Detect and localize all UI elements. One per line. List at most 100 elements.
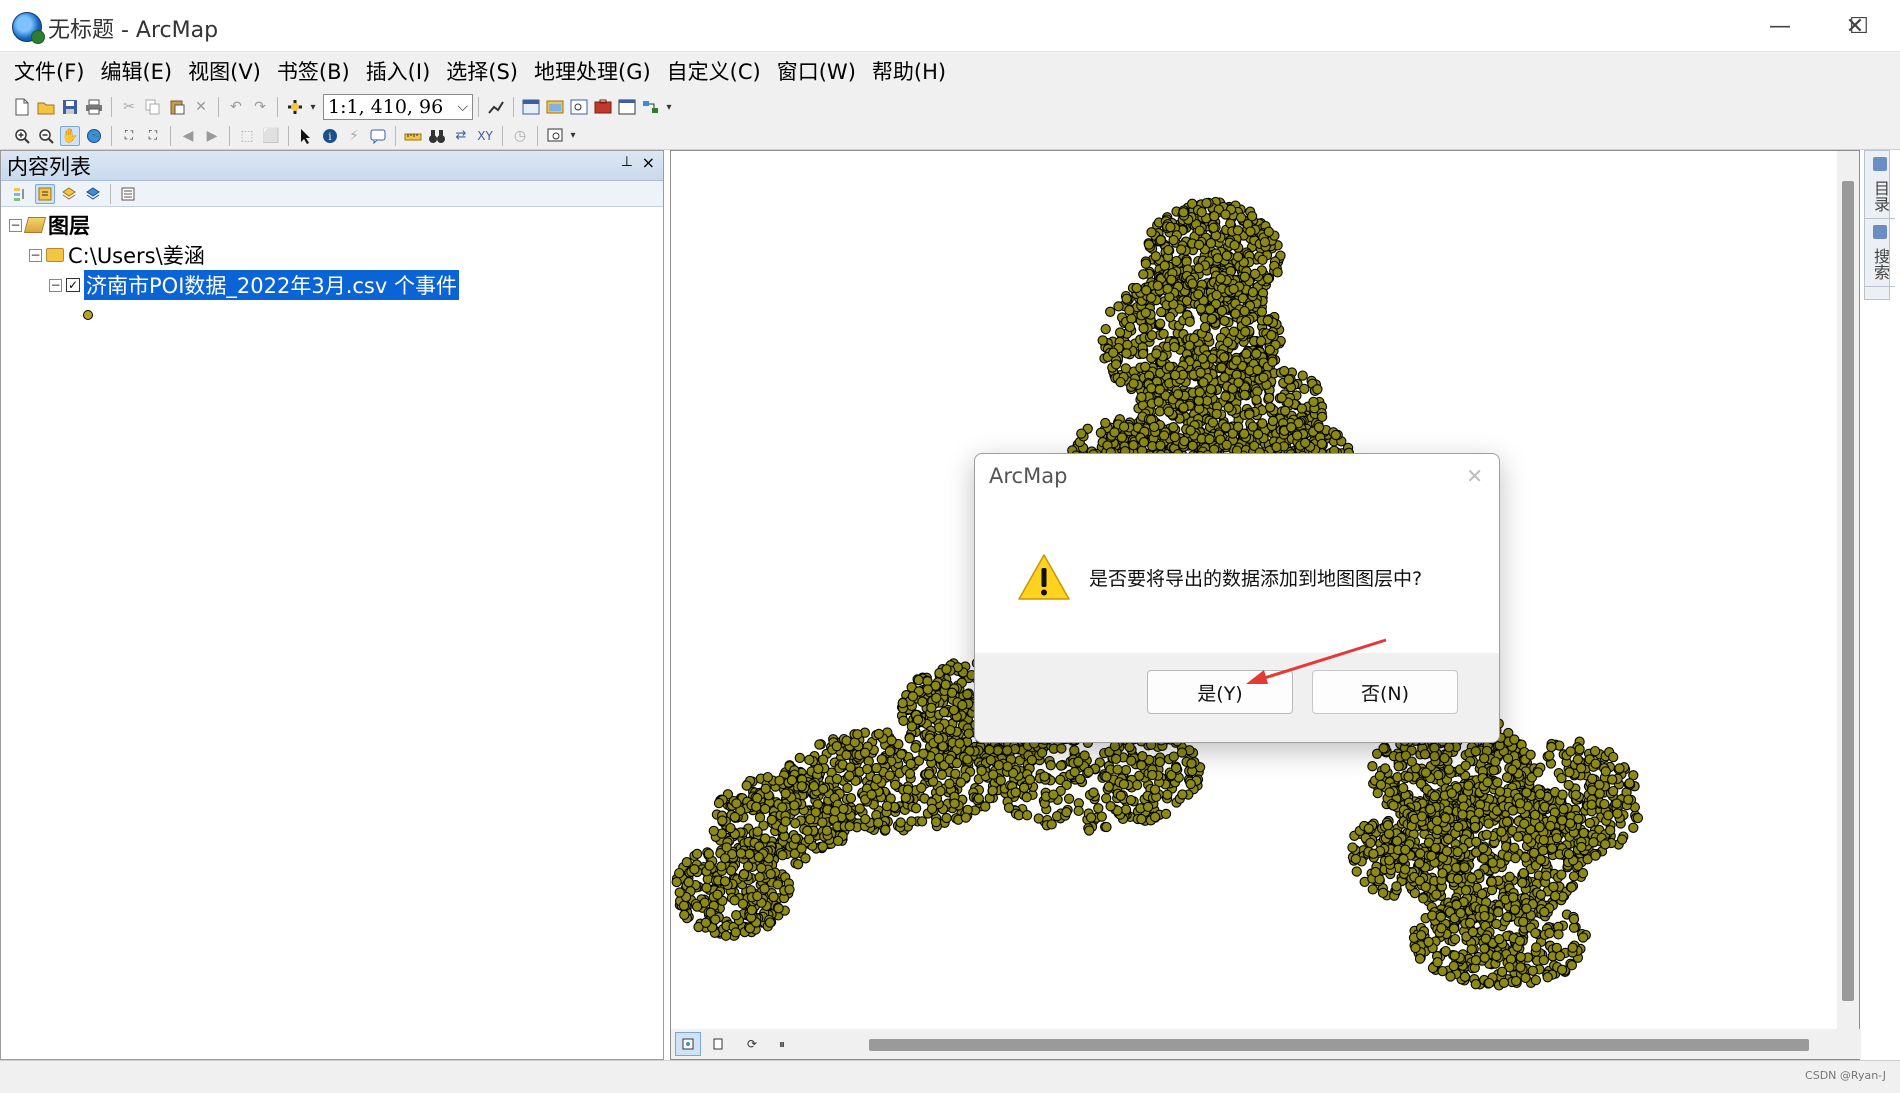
poi-point[interactable] — [1176, 244, 1187, 255]
poi-point[interactable] — [678, 900, 690, 911]
poi-point[interactable] — [1211, 289, 1222, 301]
poi-point[interactable] — [1283, 374, 1295, 385]
poi-point[interactable] — [1100, 417, 1111, 429]
poi-point[interactable] — [831, 741, 842, 752]
close-window-button[interactable]: ✕ — [1820, 0, 1890, 52]
poi-point[interactable] — [1239, 271, 1250, 282]
poi-point[interactable] — [1056, 743, 1067, 754]
arctoolbox-icon[interactable] — [593, 97, 613, 117]
poi-point[interactable] — [1509, 734, 1520, 745]
poi-point[interactable] — [737, 898, 749, 910]
poi-point[interactable] — [1146, 330, 1158, 341]
poi-point[interactable] — [1185, 778, 1196, 790]
poi-point[interactable] — [1138, 437, 1150, 448]
poi-point[interactable] — [945, 724, 956, 736]
poi-point[interactable] — [845, 762, 856, 773]
poi-point[interactable] — [895, 817, 906, 828]
poi-point[interactable] — [1118, 779, 1130, 790]
list-by-visibility-icon[interactable] — [59, 184, 79, 204]
poi-point[interactable] — [1010, 787, 1021, 798]
poi-point[interactable] — [1443, 742, 1455, 753]
poi-point[interactable] — [1330, 429, 1341, 441]
poi-point[interactable] — [1115, 790, 1126, 801]
zoom-in-icon[interactable] — [12, 126, 32, 146]
poi-point[interactable] — [995, 775, 1006, 786]
poi-point[interactable] — [1137, 751, 1148, 762]
poi-point[interactable] — [1115, 376, 1126, 388]
poi-point[interactable] — [1239, 389, 1250, 401]
tree-row-symbol[interactable] — [83, 301, 93, 329]
cut-icon[interactable]: ✂ — [119, 97, 139, 117]
poi-point[interactable] — [1316, 411, 1328, 423]
poi-point[interactable] — [1470, 746, 1481, 757]
poi-point[interactable] — [1147, 769, 1158, 781]
poi-point[interactable] — [1517, 877, 1528, 888]
poi-point[interactable] — [1002, 761, 1013, 772]
add-data-icon[interactable] — [285, 97, 305, 117]
poi-point[interactable] — [916, 782, 927, 794]
poi-point[interactable] — [1272, 267, 1283, 278]
clear-selection-icon[interactable]: ⬜ — [261, 126, 281, 146]
layer-visibility-checkbox[interactable]: ✓ — [66, 278, 80, 292]
poi-point[interactable] — [789, 800, 800, 811]
poi-point[interactable] — [1240, 315, 1252, 327]
poi-point[interactable] — [746, 904, 757, 916]
poi-point[interactable] — [1162, 789, 1173, 800]
poi-point[interactable] — [1108, 347, 1119, 358]
poi-point[interactable] — [1221, 250, 1232, 261]
poi-point[interactable] — [805, 814, 816, 825]
fixed-zoom-out-icon[interactable]: ⛶ — [143, 126, 163, 146]
poi-point[interactable] — [703, 848, 714, 859]
poi-point[interactable] — [884, 770, 895, 781]
poi-point[interactable] — [1100, 323, 1111, 335]
poi-point[interactable] — [1170, 369, 1181, 381]
poi-point[interactable] — [950, 768, 961, 779]
poi-point[interactable] — [1245, 226, 1256, 237]
poi-point[interactable] — [884, 746, 896, 757]
select-features-icon[interactable]: ⬚ — [237, 126, 257, 146]
poi-point[interactable] — [1439, 752, 1450, 764]
copy-icon[interactable] — [143, 97, 163, 117]
poi-point[interactable] — [852, 729, 863, 740]
poi-point[interactable] — [1479, 753, 1490, 764]
poi-point[interactable] — [917, 696, 928, 707]
poi-point[interactable] — [1033, 813, 1044, 824]
poi-point[interactable] — [689, 864, 700, 875]
poi-point[interactable] — [786, 775, 798, 786]
fixed-zoom-in-icon[interactable]: ⛶ — [119, 126, 139, 146]
poi-point[interactable] — [1406, 756, 1417, 767]
poi-point[interactable] — [1124, 321, 1136, 333]
poi-point[interactable] — [860, 813, 871, 825]
poi-point[interactable] — [1232, 251, 1244, 262]
poi-point[interactable] — [1255, 335, 1267, 347]
poi-point[interactable] — [1126, 755, 1137, 766]
poi-point[interactable] — [1276, 392, 1287, 403]
poi-point[interactable] — [1112, 764, 1123, 775]
poi-point[interactable] — [1128, 378, 1139, 389]
poi-point[interactable] — [1095, 427, 1107, 438]
poi-point[interactable] — [1367, 761, 1378, 772]
poi-point[interactable] — [1393, 761, 1404, 772]
poi-point[interactable] — [790, 833, 801, 844]
poi-point[interactable] — [912, 714, 924, 725]
poi-point[interactable] — [1267, 356, 1278, 367]
poi-point[interactable] — [933, 733, 944, 744]
poi-point[interactable] — [1420, 767, 1432, 778]
poi-point[interactable] — [796, 843, 807, 854]
poi-point[interactable] — [1228, 326, 1240, 337]
poi-point[interactable] — [931, 692, 942, 704]
poi-point[interactable] — [831, 773, 843, 785]
poi-point[interactable] — [905, 758, 916, 770]
poi-point[interactable] — [1187, 440, 1198, 451]
poi-point[interactable] — [1211, 408, 1222, 420]
poi-point[interactable] — [1048, 789, 1059, 800]
poi-point[interactable] — [1220, 422, 1231, 433]
poi-point[interactable] — [1097, 335, 1108, 346]
poi-point[interactable] — [1548, 881, 1559, 893]
toolbar-options-icon[interactable]: ▾ — [665, 97, 673, 117]
poi-point[interactable] — [808, 781, 820, 792]
poi-point[interactable] — [1155, 235, 1166, 246]
poi-point[interactable] — [1488, 765, 1499, 776]
poi-point[interactable] — [1222, 336, 1233, 348]
poi-point[interactable] — [1196, 206, 1207, 218]
